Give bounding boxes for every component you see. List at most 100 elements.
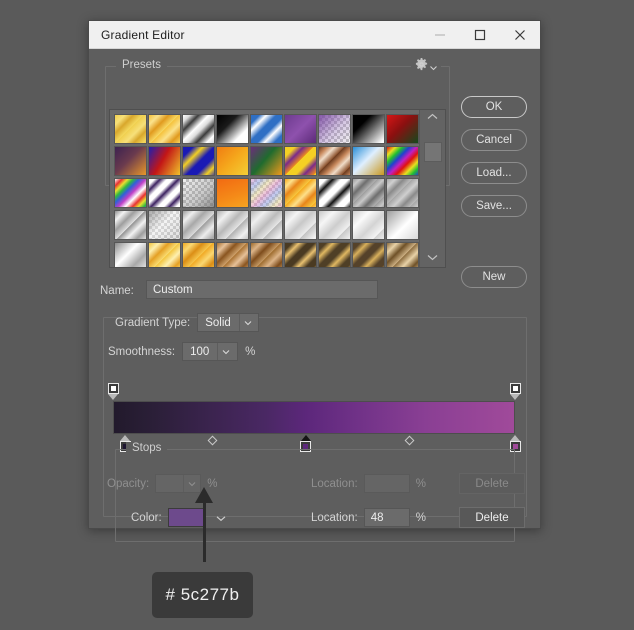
- preset-swatch[interactable]: [352, 210, 385, 240]
- preset-swatch[interactable]: [386, 210, 419, 240]
- scrollbar-track[interactable]: [422, 123, 444, 254]
- ok-button[interactable]: OK: [461, 96, 527, 118]
- smoothness-select[interactable]: 100: [182, 342, 238, 361]
- preset-swatch[interactable]: [216, 210, 249, 240]
- opacity-stop-right[interactable]: [510, 383, 521, 394]
- chevron-down-icon[interactable]: [430, 58, 437, 76]
- gradient-type-select[interactable]: Solid: [197, 313, 259, 332]
- opacity-label: Opacity:: [107, 478, 149, 490]
- new-button[interactable]: New: [461, 266, 527, 288]
- presets-menu[interactable]: [411, 58, 441, 76]
- color-location-unit: %: [416, 512, 426, 524]
- delete-color-stop-button[interactable]: Delete: [459, 507, 525, 528]
- presets-scrollbar[interactable]: [419, 110, 445, 267]
- load-button[interactable]: Load...: [461, 162, 527, 184]
- preset-swatch-fill: [115, 179, 146, 207]
- preset-swatch[interactable]: [114, 114, 147, 144]
- preset-swatch-fill: [251, 115, 282, 143]
- chevron-down-icon[interactable]: [427, 254, 438, 264]
- preset-swatch[interactable]: [250, 242, 283, 267]
- preset-swatch[interactable]: [114, 242, 147, 267]
- preset-swatch[interactable]: [148, 146, 181, 176]
- preset-swatch[interactable]: [216, 114, 249, 144]
- chevron-down-icon[interactable]: [239, 314, 256, 331]
- color-location-row: Location: 48 %: [311, 508, 426, 527]
- preset-swatch[interactable]: [386, 178, 419, 208]
- maximize-icon[interactable]: [460, 21, 500, 49]
- chevron-up-icon[interactable]: [427, 113, 438, 123]
- window-titlebar[interactable]: Gradient Editor: [89, 21, 540, 49]
- preset-swatch-fill: [251, 179, 282, 207]
- opacity-location-input: [364, 474, 410, 493]
- presets-list[interactable]: [109, 109, 446, 268]
- preset-swatch[interactable]: [182, 242, 215, 267]
- color-location-input[interactable]: 48: [364, 508, 410, 527]
- preset-swatch[interactable]: [352, 178, 385, 208]
- preset-swatch-fill: [149, 243, 180, 267]
- preset-swatch[interactable]: [386, 146, 419, 176]
- preset-swatch[interactable]: [318, 178, 351, 208]
- preset-swatch[interactable]: [284, 146, 317, 176]
- close-icon[interactable]: [500, 21, 540, 49]
- save-button[interactable]: Save...: [461, 195, 527, 217]
- name-input[interactable]: Custom: [146, 280, 378, 299]
- opacity-stop-left-triangle[interactable]: [108, 394, 118, 400]
- preset-swatch[interactable]: [352, 146, 385, 176]
- preset-swatch[interactable]: [352, 242, 385, 267]
- preset-swatch-fill: [183, 243, 214, 267]
- preset-swatch[interactable]: [352, 114, 385, 144]
- preset-swatch[interactable]: [182, 146, 215, 176]
- cancel-button[interactable]: Cancel: [461, 129, 527, 151]
- preset-swatch[interactable]: [216, 242, 249, 267]
- gradient-preview-bar[interactable]: [113, 401, 515, 434]
- preset-swatch[interactable]: [250, 210, 283, 240]
- preset-swatch-fill: [319, 179, 350, 207]
- preset-swatch-fill: [115, 147, 146, 175]
- preset-swatch-fill: [387, 147, 418, 175]
- presets-grid[interactable]: [110, 110, 419, 267]
- preset-swatch[interactable]: [182, 178, 215, 208]
- preset-swatch[interactable]: [216, 178, 249, 208]
- preset-swatch-fill: [353, 179, 384, 207]
- preset-swatch[interactable]: [318, 210, 351, 240]
- preset-swatch-fill: [353, 115, 384, 143]
- preset-swatch[interactable]: [318, 146, 351, 176]
- preset-swatch[interactable]: [182, 114, 215, 144]
- window-title: Gradient Editor: [89, 28, 420, 42]
- preset-swatch[interactable]: [386, 242, 419, 267]
- preset-swatch[interactable]: [284, 114, 317, 144]
- preset-swatch[interactable]: [318, 114, 351, 144]
- preset-swatch[interactable]: [284, 210, 317, 240]
- preset-swatch[interactable]: [114, 178, 147, 208]
- opacity-stop-right-triangle[interactable]: [510, 394, 520, 400]
- preset-swatch[interactable]: [250, 178, 283, 208]
- delete-opacity-stop-button: Delete: [459, 473, 525, 494]
- opacity-stop-left[interactable]: [108, 383, 119, 394]
- minimize-icon[interactable]: [420, 21, 460, 49]
- scrollbar-thumb[interactable]: [424, 142, 442, 162]
- preset-swatch[interactable]: [148, 210, 181, 240]
- preset-swatch[interactable]: [148, 178, 181, 208]
- preset-swatch-fill: [217, 211, 248, 239]
- preset-swatch[interactable]: [250, 146, 283, 176]
- chevron-down-icon[interactable]: [217, 343, 234, 360]
- preset-swatch-fill: [149, 147, 180, 175]
- gear-icon[interactable]: [415, 58, 428, 76]
- preset-swatch[interactable]: [148, 114, 181, 144]
- preset-swatch[interactable]: [284, 178, 317, 208]
- preset-swatch-fill: [387, 115, 418, 143]
- chevron-down-icon[interactable]: [216, 509, 226, 527]
- color-swatch[interactable]: [168, 508, 206, 527]
- preset-swatch[interactable]: [148, 242, 181, 267]
- preset-swatch[interactable]: [284, 242, 317, 267]
- preset-swatch[interactable]: [114, 146, 147, 176]
- preset-swatch[interactable]: [216, 146, 249, 176]
- preset-swatch[interactable]: [250, 114, 283, 144]
- callout-arrow-stem: [203, 500, 206, 562]
- preset-swatch[interactable]: [114, 210, 147, 240]
- preset-swatch-fill: [149, 179, 180, 207]
- preset-swatch[interactable]: [386, 114, 419, 144]
- preset-swatch[interactable]: [182, 210, 215, 240]
- preset-swatch[interactable]: [318, 242, 351, 267]
- opacity-location-row: Location: %: [311, 474, 426, 493]
